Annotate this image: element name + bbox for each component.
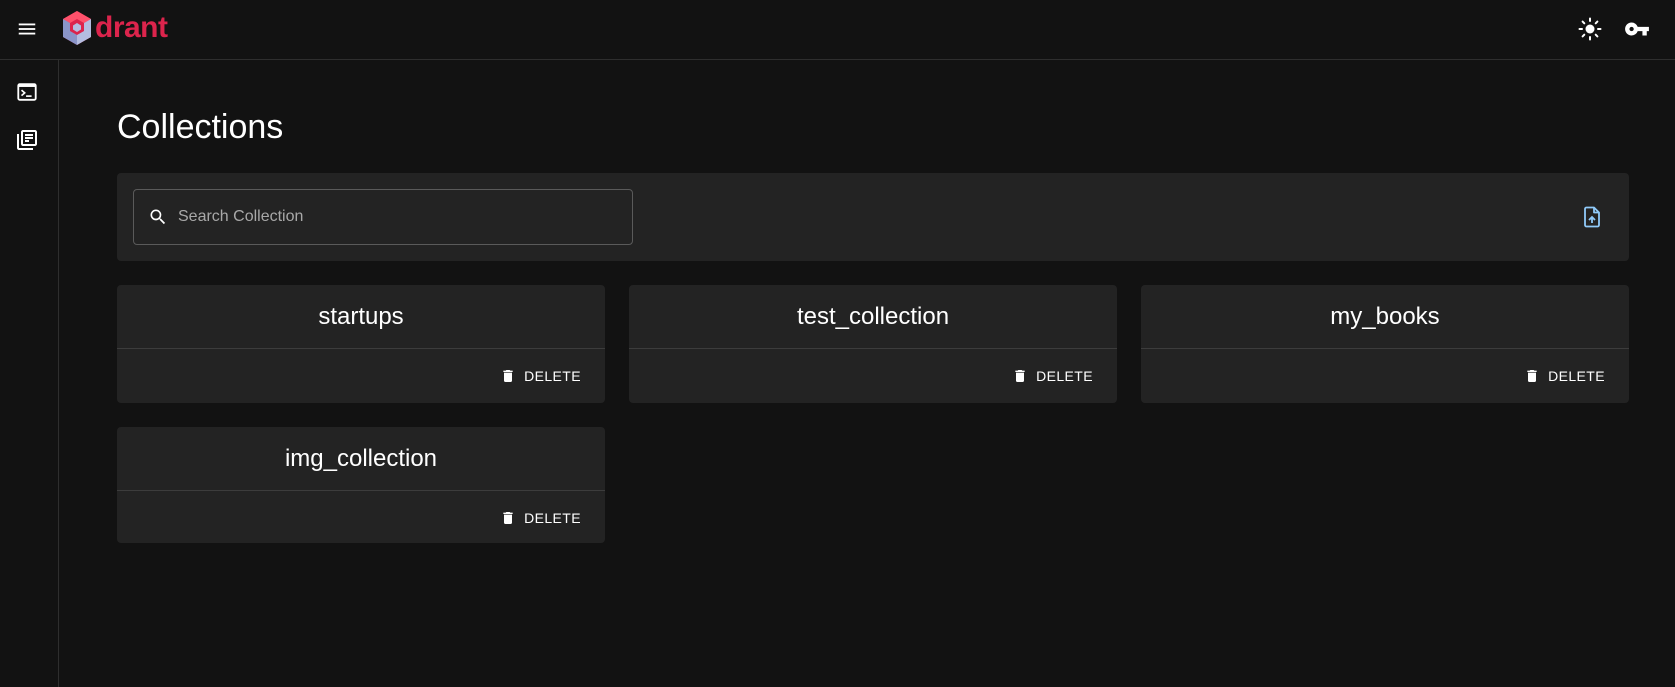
page-title: Collections xyxy=(117,108,284,146)
delete-collection-button[interactable]: DELETE xyxy=(492,505,589,531)
collection-name[interactable]: test_collection xyxy=(629,285,1117,349)
qdrant-logo-mark xyxy=(63,11,91,45)
logo-text: drant xyxy=(95,11,168,44)
delete-label: DELETE xyxy=(1548,368,1605,384)
hamburger-menu-icon xyxy=(18,23,36,35)
trash-icon xyxy=(1527,370,1537,382)
collection-card[interactable]: my_books DELETE xyxy=(1141,285,1629,403)
search-input[interactable] xyxy=(178,197,618,237)
qdrant-logo[interactable]: drant xyxy=(62,9,168,47)
key-icon xyxy=(1625,22,1649,36)
collection-card[interactable]: img_collection DELETE xyxy=(117,427,605,543)
delete-label: DELETE xyxy=(524,368,581,384)
upload-snapshot-button[interactable] xyxy=(1579,204,1605,230)
delete-label: DELETE xyxy=(1036,368,1093,384)
library-books-icon xyxy=(17,130,37,150)
delete-collection-button[interactable]: DELETE xyxy=(1004,363,1101,389)
collection-name[interactable]: startups xyxy=(117,285,605,349)
sidebar-item-collections[interactable] xyxy=(14,127,40,153)
terminal-icon xyxy=(17,83,37,101)
menu-button[interactable] xyxy=(14,16,40,42)
delete-collection-button[interactable]: DELETE xyxy=(492,363,589,389)
delete-label: DELETE xyxy=(524,510,581,526)
trash-icon xyxy=(503,512,513,524)
trash-icon xyxy=(503,370,513,382)
trash-icon xyxy=(1015,370,1025,382)
search-field[interactable] xyxy=(133,189,633,245)
sidebar xyxy=(0,60,59,687)
collections-toolbar xyxy=(117,173,1629,261)
collection-name[interactable]: img_collection xyxy=(117,427,605,491)
top-app-bar: drant xyxy=(0,0,1675,60)
search-icon xyxy=(148,207,168,227)
theme-toggle-button[interactable] xyxy=(1575,14,1605,44)
sidebar-item-console[interactable] xyxy=(14,79,40,105)
api-key-button[interactable] xyxy=(1622,14,1652,44)
collection-card[interactable]: startups DELETE xyxy=(117,285,605,403)
collection-name[interactable]: my_books xyxy=(1141,285,1629,349)
collection-card[interactable]: test_collection DELETE xyxy=(629,285,1117,403)
sun-icon xyxy=(1578,17,1602,41)
delete-collection-button[interactable]: DELETE xyxy=(1516,363,1613,389)
upload-file-icon xyxy=(1584,206,1600,228)
